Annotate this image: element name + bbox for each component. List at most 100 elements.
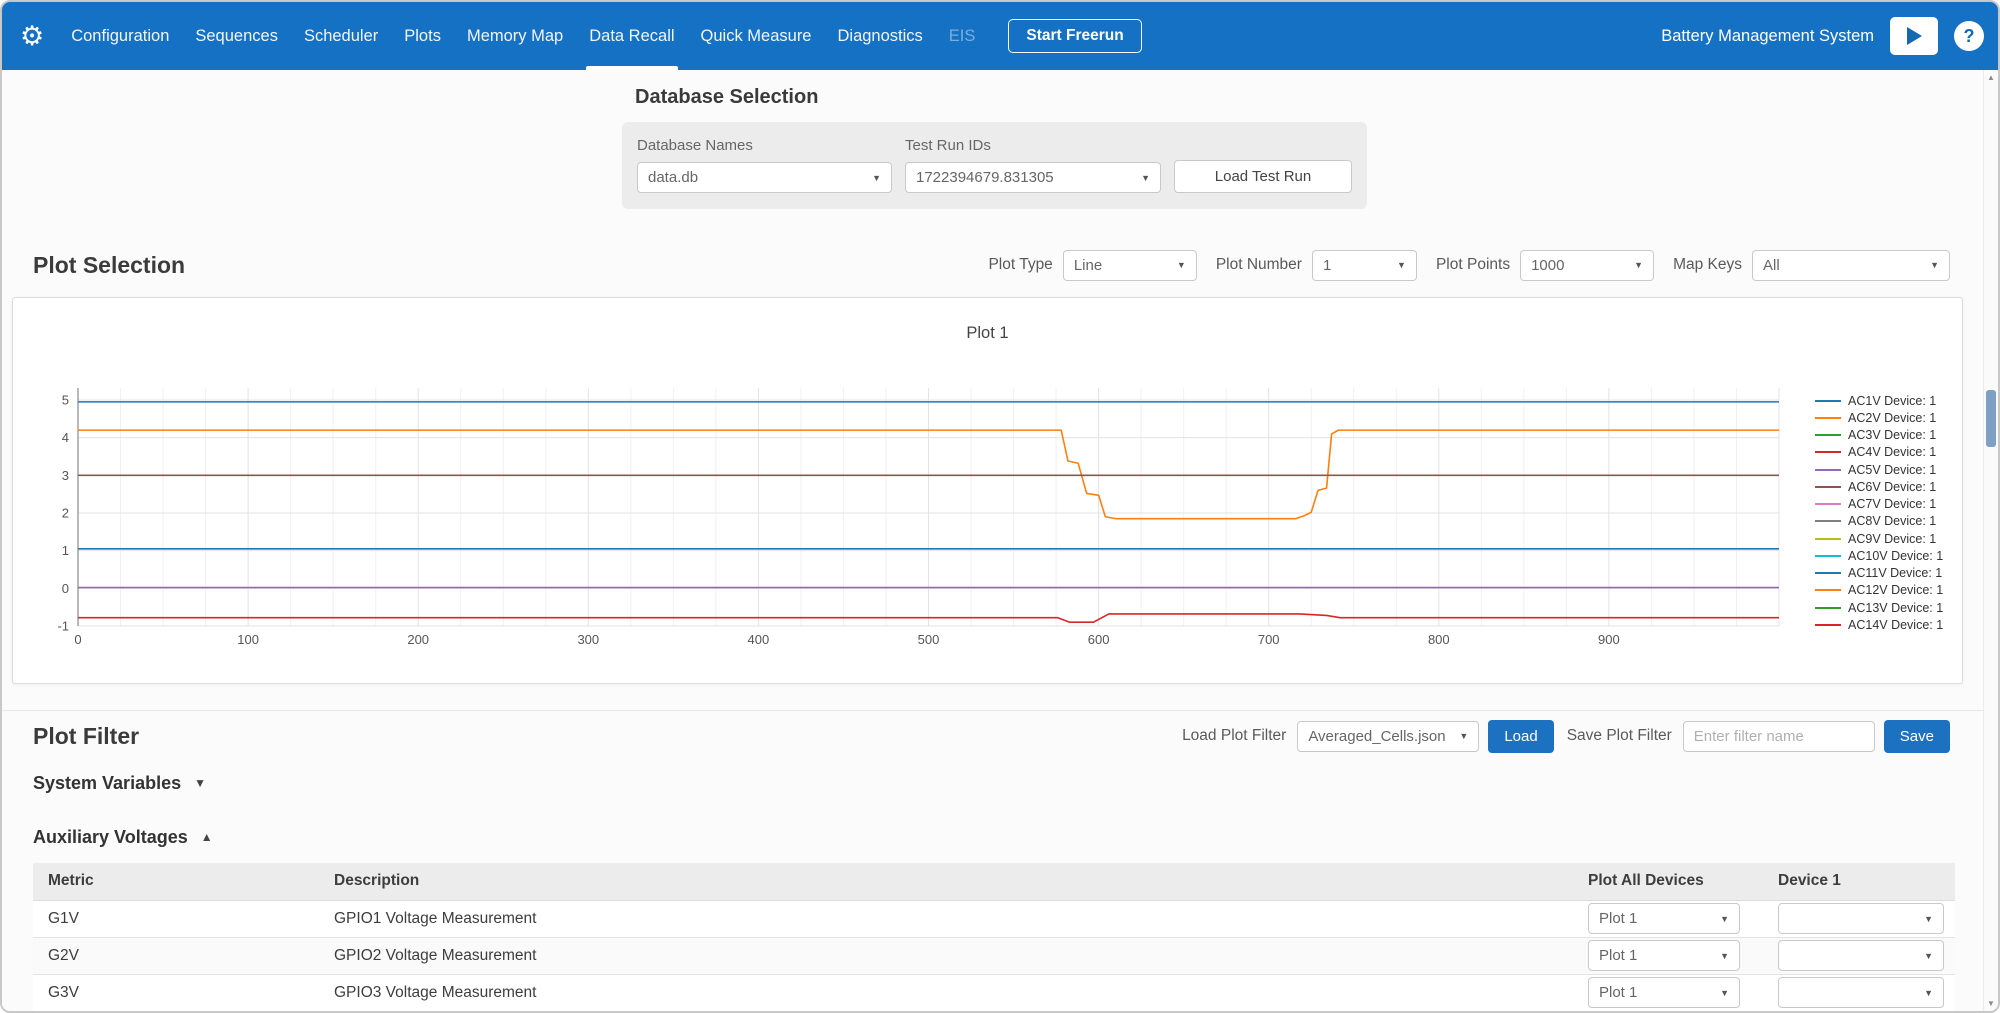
system-variables-title: System Variables [33, 773, 181, 794]
chevron-down-icon: ▼ [1924, 951, 1933, 961]
nav-item[interactable]: Diagnostics [825, 2, 936, 70]
plot-points-control: Plot Points 1000 ▼ [1436, 250, 1654, 281]
nav-item[interactable]: Scheduler [291, 2, 391, 70]
metric-cell: G3V [33, 974, 319, 1011]
chevron-down-icon: ▼ [1459, 731, 1468, 741]
load-plot-filter-value: Averaged_Cells.json [1308, 728, 1445, 745]
plot-all-devices-select[interactable]: Plot 1 ▼ [1588, 940, 1740, 971]
svg-text:300: 300 [577, 632, 599, 647]
save-plot-filter-label: Save Plot Filter [1567, 727, 1672, 745]
legend-label: AC4V Device: 1 [1848, 445, 1936, 459]
svg-text:4: 4 [62, 430, 69, 445]
database-names-field: Database Names data.db ▼ [637, 137, 892, 193]
line-chart[interactable]: -10123450100200300400500600700800900 [14, 354, 1965, 654]
legend-item: AC14V Device: 1 [1815, 616, 1943, 633]
scroll-up-icon[interactable]: ▲ [1984, 73, 1998, 82]
nav-item[interactable]: Data Recall [576, 2, 687, 70]
legend-item: AC8V Device: 1 [1815, 513, 1943, 530]
plot-points-label: Plot Points [1436, 256, 1510, 274]
legend-label: AC14V Device: 1 [1848, 618, 1943, 632]
plot-selection-controls: Plot Type Line ▼ Plot Number 1 ▼ Plot Po… [988, 250, 1950, 281]
col-header-device-1: Device 1 [1763, 863, 1955, 900]
svg-text:500: 500 [918, 632, 940, 647]
vertical-scrollbar[interactable]: ▲ ▼ [1983, 70, 1998, 1011]
legend-label: AC8V Device: 1 [1848, 514, 1936, 528]
legend-item: AC7V Device: 1 [1815, 496, 1943, 513]
plot-type-select[interactable]: Line ▼ [1063, 250, 1197, 281]
start-freerun-button[interactable]: Start Freerun [1008, 19, 1141, 53]
load-filter-button[interactable]: Load [1488, 720, 1553, 753]
database-selection-title: Database Selection [635, 86, 1983, 109]
svg-text:5: 5 [62, 393, 69, 408]
plot-number-value: 1 [1323, 257, 1331, 274]
nav-item[interactable]: Sequences [182, 2, 291, 70]
load-plot-filter-select[interactable]: Averaged_Cells.json ▼ [1297, 721, 1479, 752]
device1-select[interactable]: ▼ [1778, 940, 1944, 971]
database-selection-section: Database Selection Database Names data.d… [2, 70, 1983, 209]
device1-select[interactable]: ▼ [1778, 903, 1944, 934]
scroll-down-icon[interactable]: ▼ [1984, 999, 1998, 1008]
legend-color-swatch [1815, 503, 1841, 505]
scrollbar-thumb[interactable] [1986, 390, 1996, 447]
svg-text:1: 1 [62, 543, 69, 558]
load-test-run-button[interactable]: Load Test Run [1174, 160, 1352, 193]
help-icon[interactable]: ? [1954, 21, 1984, 51]
main-content: Database Selection Database Names data.d… [2, 70, 1983, 1011]
table-row: G3V GPIO3 Voltage Measurement Plot 1 ▼ [33, 974, 1955, 1011]
nav-item[interactable]: EIS [936, 2, 989, 70]
navbar-right: Battery Management System ? [1661, 17, 1984, 55]
legend-color-swatch [1815, 572, 1841, 574]
legend-label: AC1V Device: 1 [1848, 394, 1936, 408]
play-button[interactable] [1890, 17, 1938, 55]
gear-icon[interactable]: ⚙ [20, 23, 44, 50]
filter-name-input[interactable] [1683, 721, 1875, 752]
app-title: Battery Management System [1661, 27, 1874, 46]
auxiliary-voltages-toggle[interactable]: Auxiliary Voltages ▲ [33, 819, 213, 855]
legend-label: AC2V Device: 1 [1848, 411, 1936, 425]
plot-filter-section: Plot Filter Load Plot Filter Averaged_Ce… [2, 711, 1983, 751]
legend-item: AC3V Device: 1 [1815, 427, 1943, 444]
chevron-down-icon: ▼ [1720, 951, 1729, 961]
legend-item: AC10V Device: 1 [1815, 547, 1943, 564]
chart-legend: AC1V Device: 1 AC2V Device: 1 AC3V Devic… [1815, 392, 1943, 634]
test-run-ids-select[interactable]: 1722394679.831305 ▼ [905, 162, 1161, 193]
plot-points-value: 1000 [1531, 257, 1564, 274]
main-nav: Configuration Sequences Scheduler Plots … [58, 2, 988, 70]
svg-text:3: 3 [62, 468, 69, 483]
plot-all-devices-value: Plot 1 [1599, 910, 1637, 927]
svg-text:900: 900 [1598, 632, 1620, 647]
device1-select[interactable]: ▼ [1778, 977, 1944, 1008]
plot-all-devices-select[interactable]: Plot 1 ▼ [1588, 903, 1740, 934]
plot-all-devices-value: Plot 1 [1599, 947, 1637, 964]
database-selection-card: Database Names data.db ▼ Test Run IDs 17… [622, 122, 1367, 209]
help-glyph: ? [1964, 26, 1975, 47]
database-names-select[interactable]: data.db ▼ [637, 162, 892, 193]
legend-label: AC9V Device: 1 [1848, 532, 1936, 546]
collapse-down-icon: ▼ [194, 776, 206, 790]
legend-item: AC4V Device: 1 [1815, 444, 1943, 461]
nav-item[interactable]: Quick Measure [688, 2, 825, 70]
legend-label: AC11V Device: 1 [1848, 566, 1942, 580]
nav-item[interactable]: Plots [391, 2, 454, 70]
svg-text:700: 700 [1258, 632, 1280, 647]
legend-color-swatch [1815, 607, 1841, 609]
system-variables-toggle[interactable]: System Variables ▼ [33, 765, 206, 801]
legend-label: AC5V Device: 1 [1848, 463, 1936, 477]
metric-cell: G2V [33, 937, 319, 974]
legend-label: AC3V Device: 1 [1848, 428, 1936, 442]
legend-label: AC13V Device: 1 [1848, 601, 1943, 615]
description-cell: GPIO2 Voltage Measurement [319, 937, 1573, 974]
auxiliary-voltages-table: Metric Description Plot All Devices Devi… [33, 863, 1955, 1011]
nav-item[interactable]: Memory Map [454, 2, 576, 70]
plot-filter-controls: Load Plot Filter Averaged_Cells.json ▼ L… [1178, 720, 1950, 753]
svg-text:100: 100 [237, 632, 259, 647]
map-keys-select[interactable]: All ▼ [1752, 250, 1950, 281]
plot-selection-section: Plot Selection Plot Type Line ▼ Plot Num… [2, 239, 1983, 291]
plot-points-select[interactable]: 1000 ▼ [1520, 250, 1654, 281]
nav-item[interactable]: Configuration [58, 2, 182, 70]
map-keys-control: Map Keys All ▼ [1673, 250, 1950, 281]
save-filter-button[interactable]: Save [1884, 720, 1950, 753]
plot-all-devices-select[interactable]: Plot 1 ▼ [1588, 977, 1740, 1008]
plot-number-select[interactable]: 1 ▼ [1312, 250, 1417, 281]
legend-label: AC12V Device: 1 [1848, 583, 1943, 597]
